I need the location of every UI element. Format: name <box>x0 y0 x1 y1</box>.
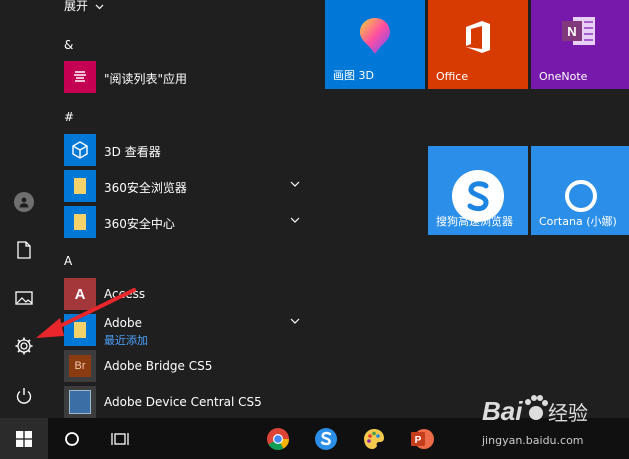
app-label: 360安全中心 <box>104 217 175 231</box>
sogou-icon <box>315 427 337 450</box>
pictures-button[interactable] <box>0 274 48 322</box>
group-header-a[interactable]: A <box>64 254 72 268</box>
chrome-icon <box>267 427 289 450</box>
app-label: Adobe Bridge CS5 <box>104 359 213 373</box>
recently-added-label: 最近添加 <box>104 334 148 347</box>
start-menu: 展开 & "阅读列表"应用 # 3D 查看器 360安全浏览器 360安全中心 … <box>0 0 629 418</box>
office-icon <box>466 21 490 53</box>
app-item-adobe[interactable]: Adobe 最近添加 <box>64 314 304 347</box>
documents-button[interactable] <box>0 226 48 274</box>
tile-onenote[interactable]: N OneNote <box>531 0 629 89</box>
user-icon <box>14 192 34 212</box>
cortana-search-button[interactable] <box>50 418 94 459</box>
app-item-adobe-device-central[interactable]: Adobe Device Central CS5 <box>64 386 304 418</box>
app-item-reading-list[interactable]: "阅读列表"应用 <box>64 61 304 93</box>
adobe-device-central-icon <box>64 386 96 418</box>
start-button[interactable] <box>0 418 48 459</box>
paint-icon <box>364 428 384 449</box>
powerpoint-icon: P <box>411 428 434 449</box>
svg-text:P: P <box>415 435 422 446</box>
app-item-360-security[interactable]: 360安全中心 <box>64 206 304 238</box>
reading-list-icon <box>64 61 96 93</box>
tile-paint-3d[interactable]: 画图 3D <box>325 0 425 89</box>
chevron-down-icon <box>95 4 104 9</box>
cortana-icon <box>65 431 79 446</box>
watermark-logo-text-2: 经验 <box>548 401 588 425</box>
user-account-button[interactable] <box>0 178 48 226</box>
expand-button[interactable]: 展开 <box>64 0 104 14</box>
power-button[interactable] <box>0 372 48 420</box>
tile-cortana[interactable]: Cortana (小娜) <box>531 146 629 235</box>
expand-label: 展开 <box>64 0 89 13</box>
pictures-icon <box>15 291 33 305</box>
3d-viewer-icon <box>64 134 96 166</box>
task-view-icon <box>111 432 129 445</box>
app-label: Access <box>104 287 146 301</box>
adobe-bridge-icon: Br <box>64 350 96 382</box>
app-list: 展开 & "阅读列表"应用 # 3D 查看器 360安全浏览器 360安全中心 … <box>48 0 308 418</box>
chevron-down-icon[interactable] <box>290 181 300 187</box>
paint-3d-icon <box>360 18 390 54</box>
settings-icon <box>15 337 33 355</box>
app-item-access[interactable]: A Access <box>64 278 304 310</box>
tile-office[interactable]: Office <box>428 0 528 89</box>
folder-icon <box>64 206 96 238</box>
paw-icon <box>525 395 548 420</box>
tile-label: 画图 3D <box>333 69 374 82</box>
svg-text:N: N <box>567 24 576 39</box>
sogou-taskbar-button[interactable] <box>306 418 346 459</box>
onenote-icon: N <box>562 17 595 45</box>
cortana-icon <box>565 180 597 212</box>
tile-sogou-browser[interactable]: 搜狗高速浏览器 <box>428 146 528 235</box>
paint-taskbar-button[interactable] <box>354 418 394 459</box>
app-item-3d-viewer[interactable]: 3D 查看器 <box>64 134 304 166</box>
chevron-down-icon[interactable] <box>290 217 300 223</box>
watermark-text: jingyan.baidu.com <box>482 434 584 447</box>
settings-button[interactable] <box>0 322 48 370</box>
access-icon: A <box>64 278 96 310</box>
tile-label: Office <box>436 70 469 83</box>
folder-icon <box>64 314 96 346</box>
tile-label: 搜狗高速浏览器 <box>436 215 513 228</box>
app-label: 360安全浏览器 <box>104 181 187 195</box>
app-label: Adobe Device Central CS5 <box>104 395 262 409</box>
app-label: "阅读列表"应用 <box>104 72 188 86</box>
power-icon <box>16 388 32 404</box>
app-item-adobe-bridge[interactable]: Br Adobe Bridge CS5 <box>64 350 304 382</box>
start-rail <box>0 0 48 418</box>
app-item-360-browser[interactable]: 360安全浏览器 <box>64 170 304 202</box>
group-header-hash[interactable]: # <box>64 110 74 124</box>
tile-area: 画图 3D Office N OneNote 搜狗高速浏览器 Cortana (… <box>322 0 629 418</box>
chrome-taskbar-button[interactable] <box>258 418 298 459</box>
chevron-down-icon[interactable] <box>290 318 300 324</box>
app-label: Adobe <box>104 316 142 330</box>
tile-label: OneNote <box>539 70 588 83</box>
windows-icon <box>16 430 32 447</box>
watermark-logo-text: Bai <box>482 396 523 426</box>
powerpoint-taskbar-button[interactable]: P <box>402 418 442 459</box>
baidu-watermark-logo: Bai 经验 <box>482 395 588 426</box>
task-view-button[interactable] <box>98 418 142 459</box>
group-header-ampersand[interactable]: & <box>64 38 73 52</box>
tile-label: Cortana (小娜) <box>539 215 617 228</box>
document-icon <box>17 241 31 259</box>
app-label: 3D 查看器 <box>104 145 161 159</box>
folder-icon <box>64 170 96 202</box>
